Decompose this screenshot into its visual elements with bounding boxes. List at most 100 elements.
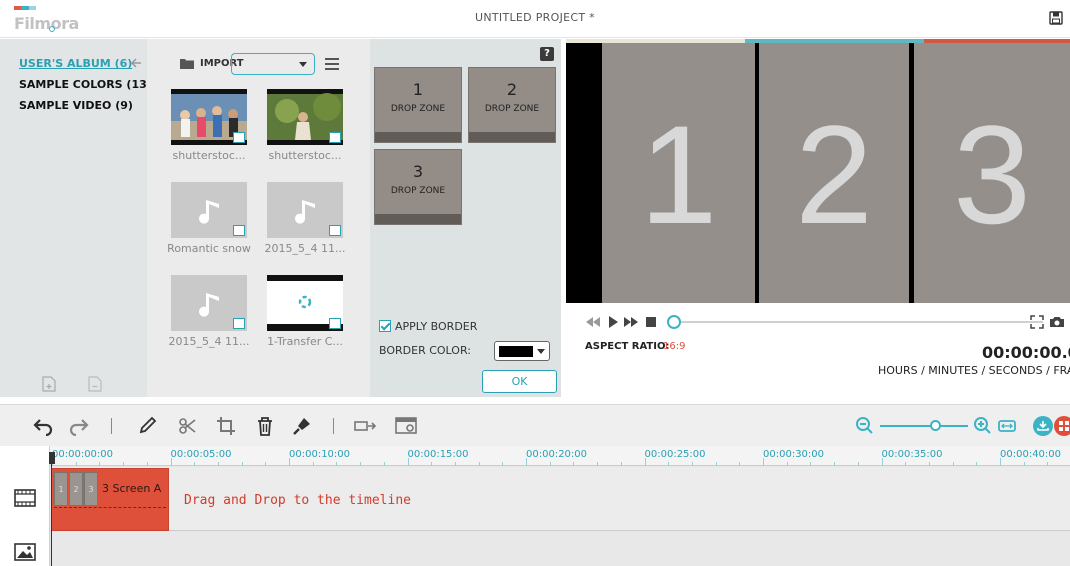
preview-screen[interactable]: 1 2 3	[566, 43, 1070, 303]
redo-icon[interactable]	[68, 416, 90, 436]
ruler-tick	[170, 458, 172, 466]
save-icon[interactable]	[1049, 11, 1063, 25]
toolbar-divider	[111, 418, 112, 434]
ruler-tick-label: 00:00:00:00	[52, 449, 114, 460]
help-icon[interactable]: ?	[540, 47, 554, 61]
delete-trash-icon[interactable]	[254, 416, 276, 436]
edit-pencil-icon[interactable]	[137, 416, 159, 436]
zoom-slider-handle[interactable]	[930, 420, 941, 431]
ruler-tick	[289, 458, 290, 466]
ruler-tick	[549, 462, 551, 466]
detach-audio-icon[interactable]	[354, 416, 376, 436]
timeline: 00:00:00:00 00:00:05:00 00:00:10:00 00:00:1…	[0, 446, 1070, 566]
image-track-picture-icon	[14, 543, 36, 561]
export-icon	[1037, 421, 1049, 431]
clip-audio-line	[54, 507, 166, 508]
stop-icon[interactable]	[643, 314, 659, 330]
split-scissors-icon[interactable]	[177, 416, 199, 436]
advanced-settings-icon[interactable]	[395, 416, 417, 436]
export-button[interactable]	[1033, 416, 1053, 436]
ruler-tick	[194, 462, 196, 466]
ruler-tick	[75, 462, 77, 466]
snapshot-camera-icon[interactable]	[1049, 314, 1065, 330]
split-screen-panel: ? 1 DROP ZONE 2 DROP ZONE 3 DROP ZONE AP…	[370, 39, 561, 397]
media-thumb-2[interactable]	[267, 89, 343, 145]
ruler-tick	[573, 462, 575, 466]
drop-zone-label: DROP ZONE	[484, 104, 540, 114]
media-thumb-3[interactable]	[171, 182, 247, 238]
play-icon[interactable]	[605, 314, 621, 330]
fullscreen-icon[interactable]	[1029, 314, 1045, 330]
ruler-tick	[146, 462, 148, 466]
record-button[interactable]	[1054, 416, 1070, 436]
new-folder-icon[interactable]	[42, 376, 56, 392]
aspect-ratio-value[interactable]: 16:9	[663, 341, 685, 352]
zoom-in-icon[interactable]	[972, 416, 994, 436]
drop-zone-2[interactable]: 2 DROP ZONE	[468, 67, 556, 143]
ruler-tick	[478, 462, 480, 466]
chevron-down-icon	[537, 349, 545, 354]
ruler-tick-label: 00:00:35:00	[881, 449, 943, 460]
back-arrow-icon[interactable]	[130, 57, 142, 69]
border-color-label: BORDER COLOR:	[379, 344, 471, 357]
audio-badge-icon	[329, 225, 341, 236]
clip-thumb: 3	[84, 472, 98, 506]
border-color-swatch	[499, 346, 533, 357]
video-badge-icon	[329, 318, 341, 329]
playhead-line	[51, 464, 52, 566]
timeline-ruler[interactable]: 00:00:00:00 00:00:05:00 00:00:10:00 00:00:1…	[50, 446, 1070, 466]
ruler-tick	[407, 458, 409, 466]
apply-border-checkbox[interactable]	[379, 320, 391, 332]
preview-digit: 1	[639, 96, 718, 253]
ok-button[interactable]: OK	[482, 370, 557, 393]
drop-zone-number: 1	[412, 80, 424, 99]
media-label-5: 2015_5_4 11...	[168, 335, 250, 348]
ruler-tick	[668, 462, 670, 466]
crop-icon[interactable]	[216, 416, 238, 436]
drop-zone-label: DROP ZONE	[390, 104, 446, 114]
voiceover-mic-icon[interactable]	[292, 416, 314, 436]
title-bar: Filmora UNTITLED PROJECT *	[0, 0, 1070, 38]
drop-zone-3[interactable]: 3 DROP ZONE	[374, 149, 462, 225]
library-item-sample-video[interactable]: SAMPLE VIDEO (9)	[19, 99, 133, 112]
media-panel: IMPORT shutterstoc... shutterstoc... Rom…	[147, 39, 370, 397]
menu-icon[interactable]	[325, 58, 339, 70]
seek-bar[interactable]	[675, 321, 1043, 323]
drop-zone-1[interactable]: 1 DROP ZONE	[374, 67, 462, 143]
ruler-tick	[620, 462, 622, 466]
ruler-tick-label: 00:00:30:00	[763, 449, 825, 460]
border-color-picker[interactable]	[494, 341, 550, 361]
seek-handle[interactable]	[667, 315, 681, 329]
logo-dot	[49, 26, 55, 32]
media-thumb-6[interactable]	[267, 275, 343, 331]
audio-badge-icon	[233, 225, 245, 236]
fit-timeline-icon[interactable]	[996, 416, 1018, 436]
import-dropdown[interactable]	[231, 53, 315, 75]
library-item-users-album[interactable]: USER'S ALBUM (6)	[19, 57, 132, 70]
track-header-column	[0, 446, 50, 566]
zoom-out-icon[interactable]	[854, 416, 876, 436]
drop-zone-number: 2	[506, 80, 518, 99]
preview-panel-1: 1	[602, 43, 755, 303]
ruler-tick	[526, 458, 527, 466]
media-thumb-1[interactable]	[171, 89, 247, 145]
ruler-tick	[217, 462, 219, 466]
chevron-down-icon	[299, 62, 307, 67]
ruler-tick	[952, 462, 954, 466]
fast-forward-icon[interactable]	[623, 314, 639, 330]
library-item-sample-colors[interactable]: SAMPLE COLORS (13)	[19, 78, 152, 91]
media-thumb-4[interactable]	[267, 182, 343, 238]
undo-icon[interactable]	[32, 416, 54, 436]
ruler-tick	[431, 462, 433, 466]
timeline-clip-split-screen[interactable]: 1 2 3 3 Screen A	[51, 468, 169, 531]
playhead[interactable]	[49, 452, 55, 566]
ruler-tick	[763, 458, 764, 466]
zoom-slider[interactable]	[880, 425, 968, 427]
media-label-6: 1-Transfer C...	[267, 335, 343, 348]
ruler-tick	[265, 462, 267, 466]
ruler-tick	[1023, 462, 1025, 466]
rewind-icon[interactable]	[585, 314, 601, 330]
media-thumb-5[interactable]	[171, 275, 247, 331]
image-track[interactable]	[50, 532, 1070, 566]
remove-file-icon[interactable]	[88, 376, 102, 392]
